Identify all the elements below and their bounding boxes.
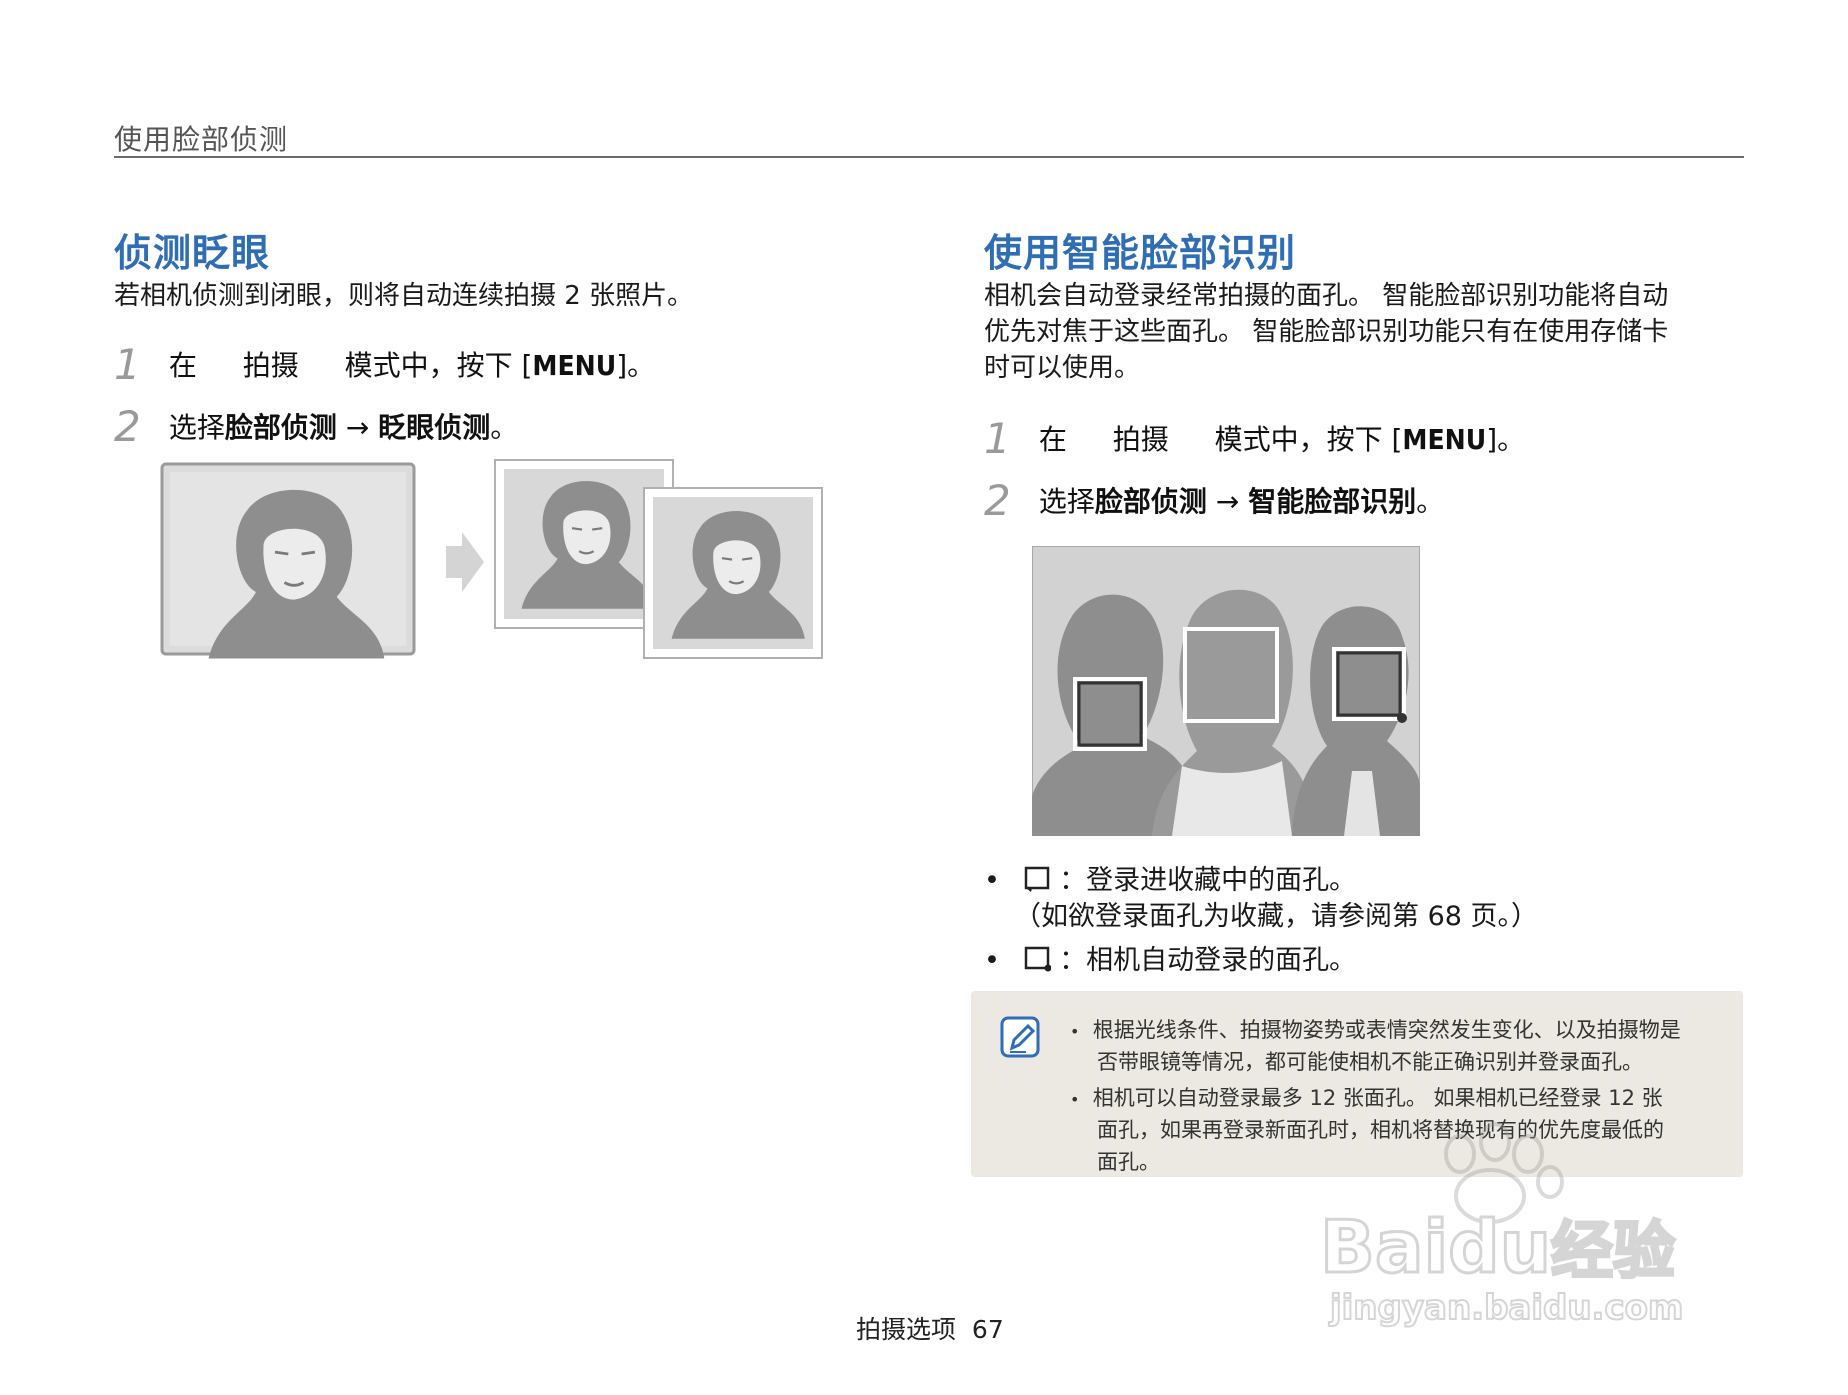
bullet-favorite-face-subnote: （如欲登录面孔为收藏，请参阅第 68 页。） (1014, 901, 1539, 932)
note-item-2-cont2: 面孔。 (1097, 1150, 1160, 1174)
blink-intro-text: 若相机侦测到闭眼，则将自动连续拍摄 2 张照片。 (114, 281, 694, 311)
step-number: 1 (984, 414, 1011, 463)
smart-face-intro: 相机会自动登录经常拍摄的面孔。 智能脸部识别功能将自动 优先对焦于这些面孔。 智… (984, 281, 1669, 383)
favorite-face-frame-icon (1024, 866, 1049, 892)
section-title-smart-face-recognition: 使用智能脸部识别 (984, 231, 1297, 275)
smart-face-illustration (1032, 546, 1420, 836)
step-number: 2 (984, 476, 1011, 525)
page-number: 67 (971, 1315, 1004, 1344)
header-divider (114, 156, 1744, 158)
blink-step-2: 2 选择脸部侦测 → 眨眼侦测。 (114, 402, 519, 451)
blink-detection-illustration (160, 459, 823, 660)
auto-face-frame-icon (1024, 946, 1052, 972)
footer-section-label: 拍摄选项 (856, 1315, 957, 1344)
watermark-brand-c: 经验 (1549, 1213, 1676, 1289)
page-footer: 拍摄选项 67 (856, 1310, 1004, 1346)
bullet-auto-face: • ：相机自动登录的面孔。 (984, 945, 1357, 976)
menu-key-label: MENU (1402, 423, 1487, 456)
baidu-jingyan-watermark: Baidu经验 jingyan.baidu.com (1310, 1120, 1750, 1330)
blink-step-1: 1 在 拍摄 模式中，按下 [MENU]。 (114, 340, 656, 389)
menu-key-label: MENU (532, 349, 617, 382)
step-number: 2 (114, 402, 141, 451)
note-item-1-cont: 否带眼镜等情况，都可能使相机不能正确识别并登录面孔。 (1097, 1050, 1643, 1074)
section-title-blink-detection: 侦测眨眼 (114, 231, 271, 275)
note-item-1: • 根据光线条件、拍摄物姿势或表情突然发生变化、以及拍摄物是 (1070, 1018, 1681, 1042)
watermark-brand-a: Bai (1318, 1204, 1449, 1291)
smart-step-1: 1 在 拍摄 模式中，按下 [MENU]。 (984, 414, 1526, 463)
bullet-favorite-face: • ：登录进收藏中的面孔。 (984, 865, 1357, 896)
step-number: 1 (114, 340, 141, 389)
note-pencil-icon (1000, 1016, 1040, 1058)
page-header-title: 使用脸部侦测 (114, 123, 289, 156)
watermark-url: jingyan.baidu.com (1329, 1287, 1684, 1329)
watermark-brand-b: du (1447, 1204, 1553, 1291)
note-item-2: • 相机可以自动登录最多 12 张面孔。 如果相机已经登录 12 张 (1070, 1086, 1663, 1110)
smart-step-2: 2 选择脸部侦测 → 智能脸部识别。 (984, 476, 1445, 525)
